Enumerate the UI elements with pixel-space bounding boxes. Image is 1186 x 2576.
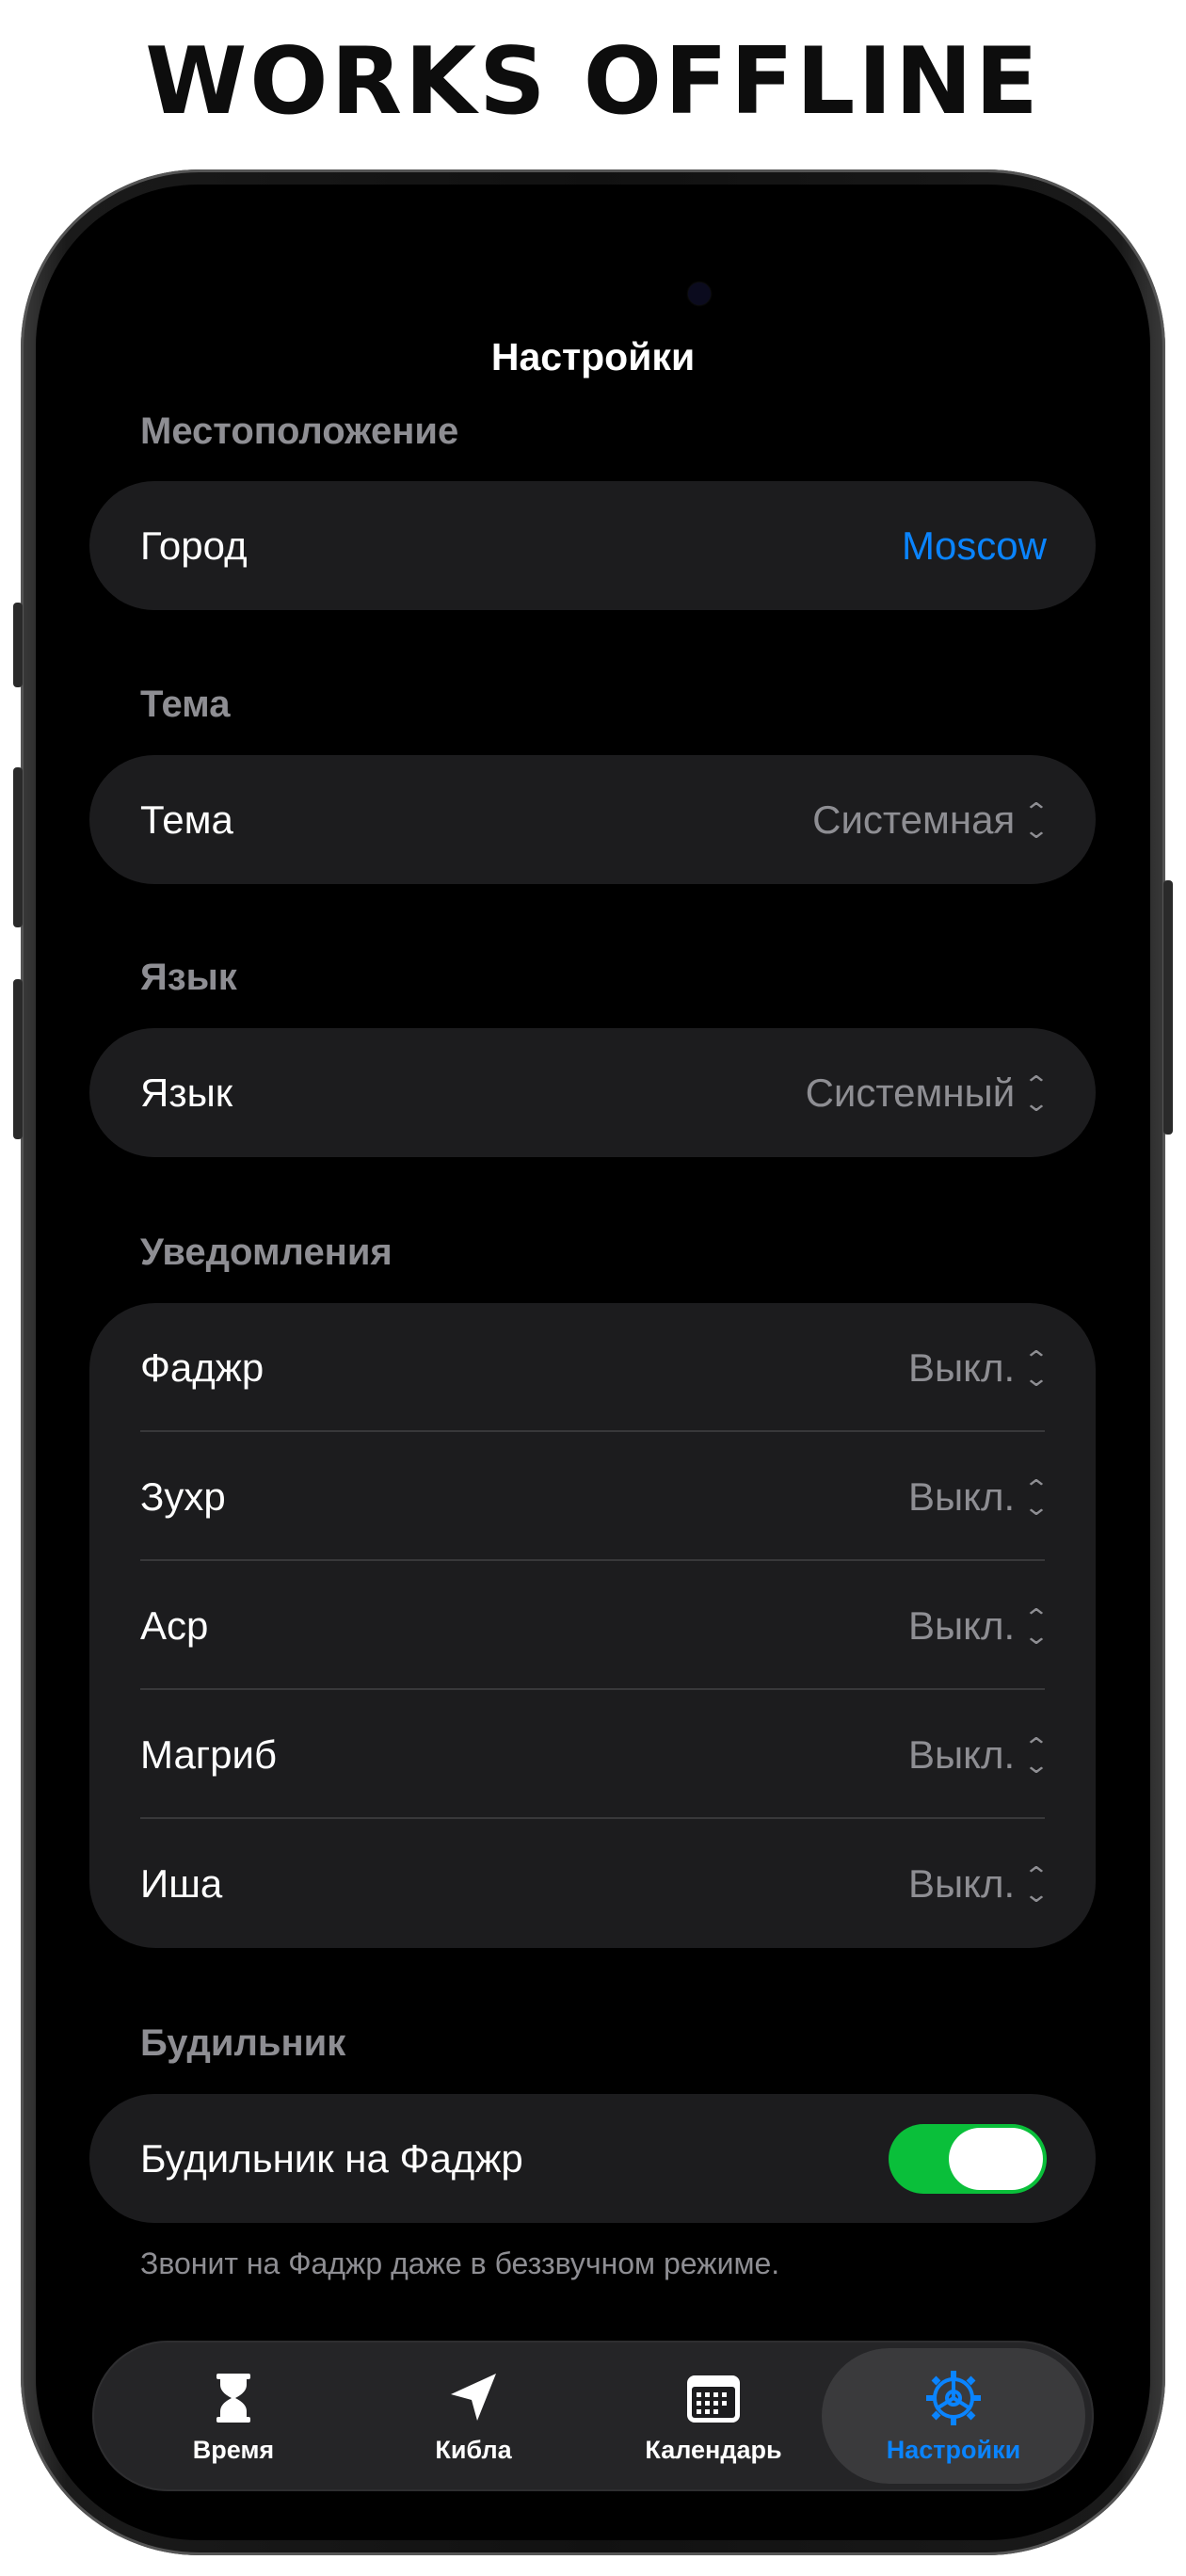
volume-down-button [13, 979, 23, 1139]
notification-value[interactable]: Выкл. [908, 1345, 1015, 1391]
language-value[interactable]: Системный [806, 1071, 1016, 1116]
section-header-theme: Тема [140, 684, 231, 725]
notification-value[interactable]: Выкл. [908, 1861, 1015, 1907]
tab-label: Кибла [435, 2435, 512, 2464]
notification-value[interactable]: Выкл. [908, 1732, 1015, 1778]
tab-label: Время [192, 2435, 275, 2464]
chevron-up-down-icon: ⌃ ⌃ [1022, 1731, 1050, 1778]
tab-settings[interactable]: Настройки [822, 2348, 1085, 2484]
alarm-label: Будильник на Фаджр [140, 2135, 523, 2181]
power-button [1163, 880, 1173, 1135]
city-label: Город [140, 523, 248, 568]
volume-up-button [13, 767, 23, 927]
language-label: Язык [140, 1070, 233, 1115]
front-camera [688, 282, 711, 305]
gear-icon [926, 2370, 981, 2425]
notification-label: Фаджр [140, 1344, 264, 1390]
notification-row-maghrib[interactable]: Магриб Выкл. ⌃ ⌃ [89, 1690, 1096, 1819]
tab-label: Календарь [645, 2435, 782, 2464]
notification-row-zuhr[interactable]: Зухр Выкл. ⌃ ⌃ [89, 1432, 1096, 1561]
tab-label: Настройки [886, 2435, 1021, 2464]
hourglass-icon [216, 2373, 250, 2423]
section-header-alarm: Будильник [140, 2022, 346, 2064]
notification-label: Аср [140, 1602, 209, 1648]
chevron-up-down-icon: ⌃ ⌃ [1022, 1344, 1050, 1391]
language-row[interactable]: Язык Системный ⌃ ⌃ [89, 1028, 1096, 1157]
tab-bar: Время Кибла Календарь Настройки [92, 2341, 1094, 2491]
chevron-up-down-icon: ⌃ ⌃ [1022, 1860, 1050, 1907]
theme-row[interactable]: Тема Системная ⌃ ⌃ [89, 755, 1096, 884]
alarm-toggle[interactable] [889, 2123, 1047, 2194]
section-header-notifications: Уведомления [140, 1232, 393, 1273]
action-button [13, 603, 23, 687]
alarm-row: Будильник на Фаджр [89, 2094, 1096, 2223]
language-group: Язык Системный ⌃ ⌃ [89, 1028, 1096, 1157]
alarm-group: Будильник на Фаджр [89, 2094, 1096, 2223]
chevron-up-down-icon: ⌃ ⌃ [1022, 797, 1050, 843]
city-value[interactable]: Moscow [902, 523, 1047, 569]
location-group: Город Moscow [89, 481, 1096, 610]
tab-time[interactable]: Время [120, 2341, 346, 2491]
theme-value[interactable]: Системная [812, 797, 1015, 843]
theme-label: Тема [140, 797, 233, 842]
page-title: Настройки [490, 335, 696, 378]
notification-row-isha[interactable]: Иша Выкл. ⌃ ⌃ [89, 1819, 1096, 1948]
notification-row-fajr[interactable]: Фаджр Выкл. ⌃ ⌃ [89, 1303, 1096, 1432]
notification-row-asr[interactable]: Аср Выкл. ⌃ ⌃ [89, 1561, 1096, 1690]
notification-label: Зухр [140, 1473, 226, 1519]
section-header-location: Местоположение [140, 411, 459, 452]
notification-value[interactable]: Выкл. [908, 1474, 1015, 1520]
notification-value[interactable]: Выкл. [908, 1603, 1015, 1649]
tab-calendar[interactable]: Календарь [601, 2341, 826, 2491]
notification-label: Иша [140, 1860, 223, 1906]
toggle-knob [949, 2127, 1043, 2190]
notification-label: Магриб [140, 1731, 278, 1777]
location-arrow-icon [451, 2373, 496, 2421]
chevron-up-down-icon: ⌃ ⌃ [1022, 1070, 1050, 1116]
promo-headline: WORKS OFFLINE [145, 28, 1041, 136]
section-header-language: Язык [140, 957, 237, 998]
notifications-group: Фаджр Выкл. ⌃ ⌃ Зухр Выкл. ⌃ ⌃ Аср Выкл. ⌃… [89, 1303, 1096, 1948]
tab-qibla[interactable]: Кибла [361, 2341, 586, 2491]
theme-group: Тема Системная ⌃ ⌃ [89, 755, 1096, 884]
city-row[interactable]: Город Moscow [89, 481, 1096, 610]
chevron-up-down-icon: ⌃ ⌃ [1022, 1473, 1050, 1520]
phone-screen: Настройки Местоположение Город Moscow Те… [36, 185, 1150, 2540]
alarm-footnote: Звонит на Фаджр даже в беззвучном режиме… [140, 2246, 780, 2280]
calendar-icon [687, 2375, 740, 2423]
chevron-up-down-icon: ⌃ ⌃ [1022, 1602, 1050, 1649]
